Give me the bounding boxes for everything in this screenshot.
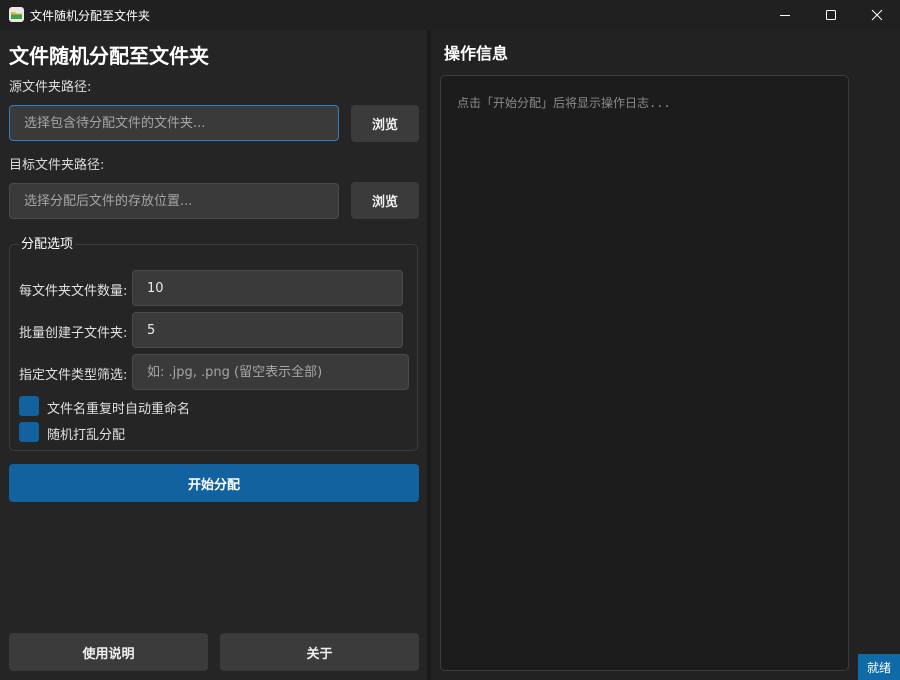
page-title: 文件随机分配至文件夹 [9, 44, 209, 68]
log-placeholder: 点击「开始分配」后将显示操作日志... [457, 96, 671, 110]
file-type-filter-input[interactable] [132, 354, 409, 390]
source-folder-input[interactable] [9, 105, 339, 141]
files-per-folder-input[interactable] [132, 270, 403, 306]
window-title: 文件随机分配至文件夹 [30, 9, 151, 23]
shuffle-checkbox[interactable] [19, 422, 39, 442]
about-button[interactable]: 关于 [220, 633, 419, 671]
source-browse-button[interactable]: 浏览 [351, 105, 419, 142]
target-browse-button[interactable]: 浏览 [351, 182, 419, 219]
minimize-button[interactable] [762, 0, 808, 30]
close-button[interactable] [854, 0, 900, 30]
app-icon [9, 7, 24, 22]
log-output[interactable]: 点击「开始分配」后将显示操作日志... [440, 75, 849, 671]
minimize-icon [780, 15, 790, 16]
status-badge: 就绪 [858, 654, 900, 680]
files-per-folder-label: 每文件夹文件数量: [19, 284, 128, 299]
shuffle-label[interactable]: 随机打乱分配 [47, 424, 125, 443]
help-button[interactable]: 使用说明 [9, 633, 208, 671]
auto-rename-label[interactable]: 文件名重复时自动重命名 [47, 398, 190, 417]
maximize-icon [826, 10, 836, 20]
batch-subfolder-label: 批量创建子文件夹: [19, 326, 128, 341]
target-folder-label: 目标文件夹路径: [9, 158, 105, 173]
start-button[interactable]: 开始分配 [9, 464, 419, 502]
log-panel: 操作信息 点击「开始分配」后将显示操作日志... [431, 30, 900, 680]
auto-rename-checkbox[interactable] [19, 396, 39, 416]
target-folder-input[interactable] [9, 183, 339, 219]
batch-subfolder-input[interactable] [132, 312, 403, 348]
close-icon [871, 9, 883, 21]
source-folder-label: 源文件夹路径: [9, 80, 92, 95]
log-heading: 操作信息 [444, 44, 509, 63]
options-group-title: 分配选项 [19, 233, 76, 252]
file-type-filter-label: 指定文件类型筛选: [19, 368, 128, 383]
title-bar: 文件随机分配至文件夹 [0, 0, 900, 30]
settings-panel: 文件随机分配至文件夹 源文件夹路径: 浏览 目标文件夹路径: 浏览 分配选项 每… [0, 30, 427, 680]
maximize-button[interactable] [808, 0, 854, 30]
